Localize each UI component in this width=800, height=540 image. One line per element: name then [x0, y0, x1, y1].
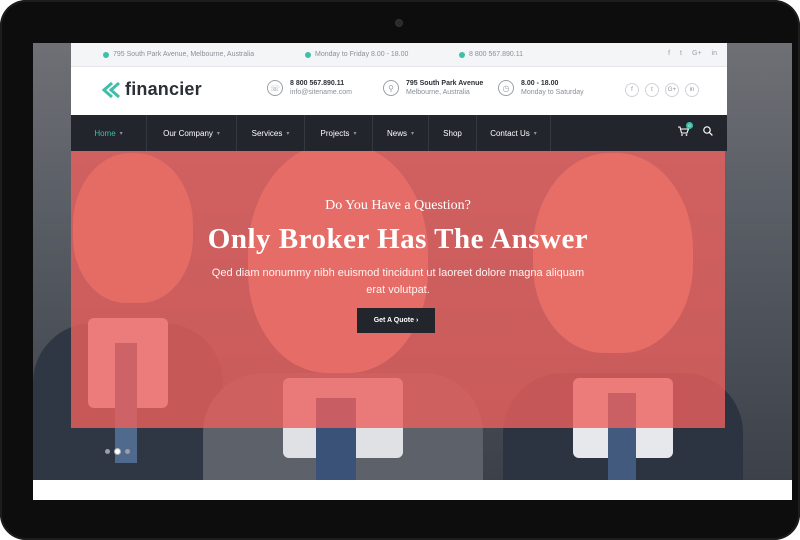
- facebook-icon[interactable]: f: [625, 83, 639, 97]
- twitter-icon[interactable]: t: [645, 83, 659, 97]
- slider-dot[interactable]: [125, 449, 130, 454]
- nav-item-label: Home: [94, 128, 116, 138]
- top-info-bar: 795 South Park Avenue, Melbourne, Austra…: [71, 43, 727, 67]
- header-email-text[interactable]: info@sitename.com: [290, 88, 352, 97]
- get-a-quote-button[interactable]: Get A Quote ›: [357, 308, 435, 333]
- nav-item-shop[interactable]: Shop: [429, 115, 477, 151]
- nav-item-label: Projects: [320, 128, 350, 138]
- slider-dot-active[interactable]: [115, 449, 120, 454]
- header-address-line1: 795 South Park Avenue: [406, 80, 484, 87]
- hero-question: Do You Have a Question?: [325, 198, 471, 213]
- chevron-down-icon: ▾: [216, 130, 220, 137]
- chevron-down-icon: ▾: [353, 130, 357, 137]
- search-icon[interactable]: [703, 126, 713, 139]
- map-pin-icon: ⚲: [383, 80, 399, 96]
- header-hours-line1: 8.00 - 18.00: [521, 80, 559, 87]
- topbar-address-text: 795 South Park Avenue, Melbourne, Austra…: [113, 51, 255, 58]
- chevron-down-icon: ▾: [119, 130, 123, 137]
- header-contact: ☏ 8 800 567.890.11 info@sitename.com: [267, 79, 352, 97]
- topbar-social: f t G+ in: [668, 50, 717, 57]
- nav-item-our-company[interactable]: Our Company ▾: [147, 115, 237, 151]
- laptop-bezel: 795 South Park Avenue, Melbourne, Austra…: [0, 0, 800, 540]
- page-content-strip: [33, 480, 792, 500]
- nav-item-home[interactable]: Home ▾: [71, 115, 147, 151]
- linkedin-icon[interactable]: in: [685, 83, 699, 97]
- phone-icon: [459, 51, 465, 58]
- hero-banner: Do You Have a Question? Only Broker Has …: [71, 151, 725, 428]
- header-address: ⚲ 795 South Park Avenue Melbourne, Austr…: [383, 79, 483, 97]
- topbar-hours: Monday to Friday 8.00 - 18.00: [305, 51, 408, 58]
- twitter-icon[interactable]: t: [680, 50, 682, 57]
- nav-item-label: Contact Us: [490, 128, 530, 138]
- browser-viewport: 795 South Park Avenue, Melbourne, Austra…: [33, 43, 792, 500]
- header-hours-line2: Monday to Saturday: [521, 89, 584, 96]
- linkedin-icon[interactable]: in: [712, 50, 717, 57]
- hero-headline: Only Broker Has The Answer: [207, 223, 589, 255]
- location-icon: [103, 51, 109, 58]
- topbar-hours-text: Monday to Friday 8.00 - 18.00: [315, 51, 409, 58]
- clock-icon: ◷: [498, 80, 514, 96]
- chevron-down-icon: ▾: [286, 130, 290, 137]
- header-phone-text: 8 800 567.890.11: [290, 80, 345, 87]
- clock-icon: [305, 51, 311, 58]
- nav-item-label: Services: [251, 128, 283, 138]
- slider-dot[interactable]: [105, 449, 110, 454]
- google-plus-icon[interactable]: G+: [665, 83, 679, 97]
- webcam: [396, 20, 402, 26]
- nav-item-services[interactable]: Services ▾: [237, 115, 305, 151]
- chevron-down-icon: ▾: [411, 130, 415, 137]
- nav-item-projects[interactable]: Projects ▾: [305, 115, 373, 151]
- hero-description: Qed diam nonummy nibh euismod tincidunt …: [211, 267, 585, 296]
- logo-text: financier: [125, 79, 202, 99]
- header-hours: ◷ 8.00 - 18.00 Monday to Saturday: [498, 79, 584, 97]
- chevron-down-icon: ▾: [533, 130, 537, 137]
- nav-item-label: Shop: [443, 128, 462, 138]
- phone-icon: ☏: [267, 80, 283, 96]
- topbar-phone: 8 800 567.890.11: [459, 51, 523, 58]
- google-plus-icon[interactable]: G+: [692, 50, 702, 57]
- main-nav: Home ▾ Our Company ▾ Services ▾ Projects…: [71, 115, 727, 151]
- logo-chevron-icon: [101, 81, 120, 98]
- topbar-address: 795 South Park Avenue, Melbourne, Austra…: [103, 51, 254, 58]
- site-logo[interactable]: financier: [101, 79, 202, 100]
- nav-item-label: Our Company: [163, 128, 213, 138]
- nav-item-news[interactable]: News ▾: [373, 115, 429, 151]
- cart-icon[interactable]: 0: [678, 122, 693, 139]
- topbar-phone-text: 8 800 567.890.11: [469, 51, 523, 58]
- site-header: financier ☏ 8 800 567.890.11 info@sitena…: [71, 67, 727, 115]
- nav-item-label: News: [386, 128, 407, 138]
- slider-pagination: [105, 449, 130, 454]
- nav-item-contact-us[interactable]: Contact Us ▾: [477, 115, 551, 151]
- nav-actions: 0: [678, 122, 713, 139]
- header-address-line2: Melbourne, Australia: [406, 89, 470, 96]
- cart-count-badge: 0: [686, 122, 693, 129]
- header-social: f t G+ in: [625, 83, 699, 97]
- facebook-icon[interactable]: f: [668, 50, 670, 57]
